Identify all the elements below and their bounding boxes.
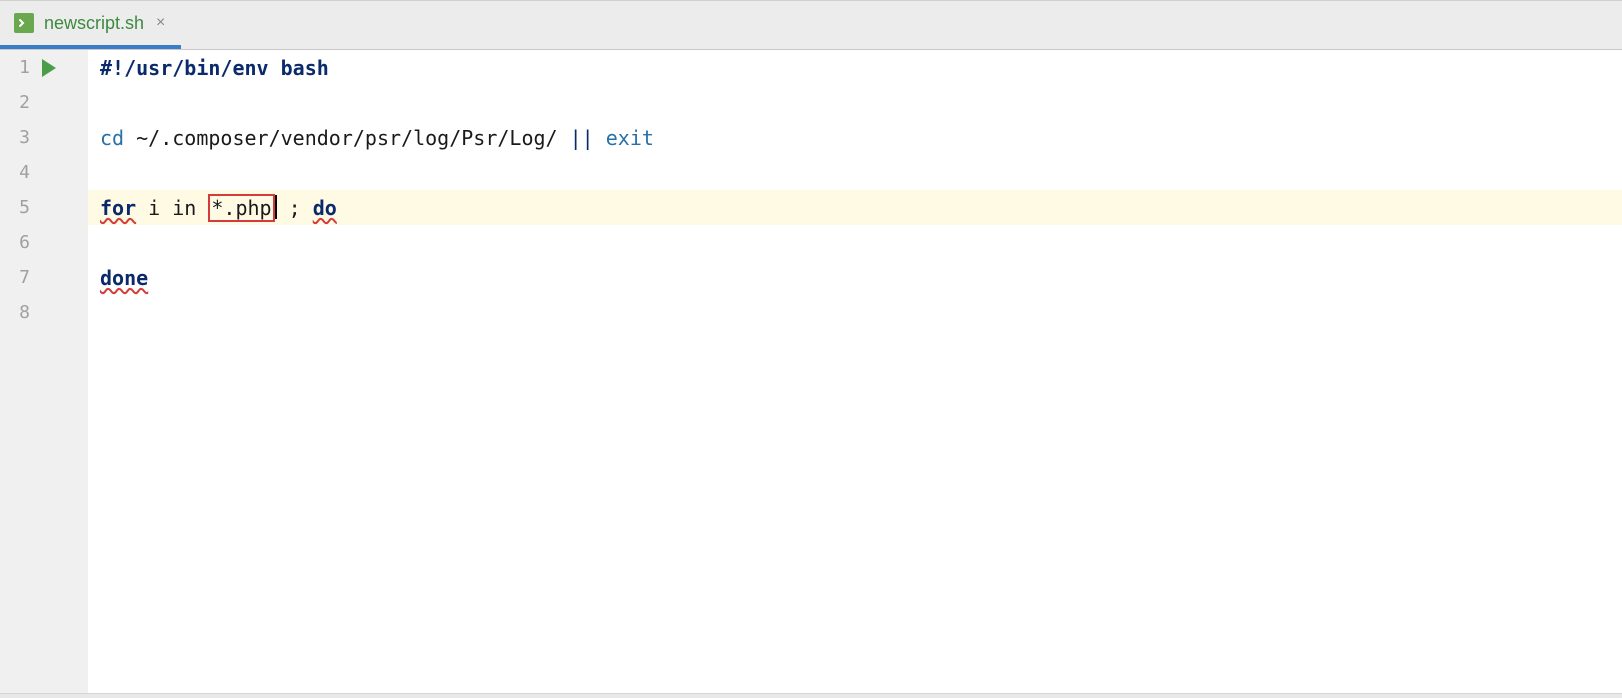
code-line[interactable]: cd ~/.composer/vendor/psr/log/Psr/Log/ |… <box>88 120 1622 155</box>
text-cursor <box>275 195 277 219</box>
line-number: 1 <box>0 57 34 78</box>
cmd-exit: exit <box>606 126 654 150</box>
line-number: 7 <box>0 267 34 288</box>
code-line-current[interactable]: for i in *.php ; do <box>88 190 1622 225</box>
bottom-border <box>0 693 1622 698</box>
code-line[interactable] <box>88 85 1622 120</box>
gutter: 1 2 3 4 5 6 7 8 <box>0 50 88 693</box>
line-number: 6 <box>0 232 34 253</box>
glob-pattern: *.php <box>208 194 274 222</box>
loop-var: i in <box>136 196 208 220</box>
cmd-cd: cd <box>100 126 124 150</box>
separator: ; <box>277 196 313 220</box>
line-number: 3 <box>0 127 34 148</box>
kw-do: do <box>313 196 337 220</box>
close-icon[interactable]: × <box>154 14 167 32</box>
run-icon[interactable] <box>42 59 56 77</box>
gutter-row[interactable]: 7 <box>0 260 88 295</box>
line-number: 5 <box>0 197 34 218</box>
line-number: 2 <box>0 92 34 113</box>
spacer <box>594 126 606 150</box>
line-number: 8 <box>0 302 34 323</box>
gutter-row[interactable]: 4 <box>0 155 88 190</box>
tab-bar: newscript.sh × <box>0 0 1622 50</box>
kw-done: done <box>100 266 148 290</box>
code-line[interactable] <box>88 155 1622 190</box>
shebang: #!/usr/bin/env bash <box>100 56 329 80</box>
code-line[interactable] <box>88 295 1622 330</box>
code-line[interactable]: done <box>88 260 1622 295</box>
kw-for: for <box>100 196 136 220</box>
line-number: 4 <box>0 162 34 183</box>
gutter-row[interactable]: 8 <box>0 295 88 330</box>
or-operator: || <box>570 126 594 150</box>
path-text: ~/.composer/vendor/psr/log/Psr/Log/ <box>124 126 570 150</box>
gutter-row[interactable]: 6 <box>0 225 88 260</box>
code-line[interactable] <box>88 225 1622 260</box>
shell-script-icon <box>14 13 34 33</box>
gutter-row[interactable]: 3 <box>0 120 88 155</box>
editor: 1 2 3 4 5 6 7 8 #!/usr/bin/env bash cd ~… <box>0 50 1622 693</box>
gutter-row[interactable]: 2 <box>0 85 88 120</box>
gutter-row[interactable]: 1 <box>0 50 88 85</box>
tab-label: newscript.sh <box>44 13 144 34</box>
code-area[interactable]: #!/usr/bin/env bash cd ~/.composer/vendo… <box>88 50 1622 693</box>
gutter-row[interactable]: 5 <box>0 190 88 225</box>
tab-newscript[interactable]: newscript.sh × <box>0 1 181 49</box>
code-line[interactable]: #!/usr/bin/env bash <box>88 50 1622 85</box>
